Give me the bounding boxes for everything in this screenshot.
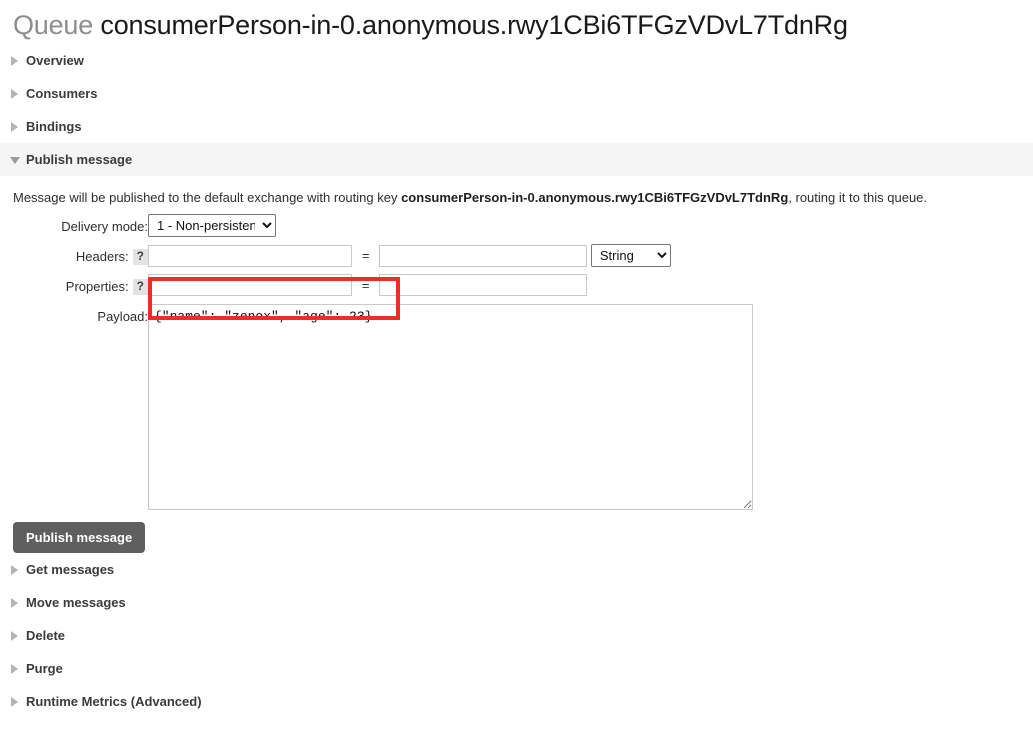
page-title: Queue consumerPerson-in-0.anonymous.rwy1… <box>0 0 1033 44</box>
section-purge[interactable]: Purge <box>0 652 1033 685</box>
chevron-down-icon <box>10 156 20 164</box>
properties-equals-sign: = <box>361 277 370 293</box>
section-runtime-metrics-label: Runtime Metrics (Advanced) <box>26 694 202 709</box>
chevron-right-icon <box>11 88 18 99</box>
section-bindings-label: Bindings <box>26 119 82 134</box>
chevron-right-icon <box>11 663 18 674</box>
section-publish-message-label: Publish message <box>26 152 133 167</box>
section-delete[interactable]: Delete <box>0 619 1033 652</box>
page-title-queue-name: consumerPerson-in-0.anonymous.rwy1CBi6TF… <box>100 10 848 40</box>
chevron-right-icon <box>11 55 18 66</box>
section-get-messages[interactable]: Get messages <box>0 553 1033 586</box>
section-overview-label: Overview <box>26 53 84 68</box>
headers-label: Headers: <box>75 249 129 264</box>
publish-button-wrap: Publish message <box>0 510 1033 553</box>
properties-label: Properties: <box>65 279 129 294</box>
headers-help-icon[interactable]: ? <box>132 249 148 265</box>
properties-key-input[interactable] <box>148 274 352 296</box>
headers-type-select[interactable]: String <box>590 244 671 267</box>
page-title-entity-label: Queue <box>13 10 94 40</box>
section-move-messages-label: Move messages <box>26 595 126 610</box>
section-publish-message[interactable]: Publish message <box>0 143 1033 176</box>
payload-textarea[interactable]: {"name": "zenox", "age": 23} <box>148 304 753 510</box>
section-runtime-metrics[interactable]: Runtime Metrics (Advanced) <box>0 685 1033 718</box>
publish-message-button[interactable]: Publish message <box>13 522 146 553</box>
delivery-mode-label: Delivery mode: <box>61 219 148 234</box>
payload-label: Payload: <box>97 309 148 324</box>
headers-value-input[interactable] <box>379 244 588 267</box>
section-move-messages[interactable]: Move messages <box>0 586 1033 619</box>
chevron-right-icon <box>11 564 18 575</box>
publish-form: Delivery mode: 1 - Non-persistent Header… <box>0 214 753 510</box>
chevron-right-icon <box>11 597 18 608</box>
section-consumers-label: Consumers <box>26 86 98 101</box>
headers-label-cell: Headers:? <box>0 244 148 274</box>
chevron-right-icon <box>11 696 18 707</box>
section-overview[interactable]: Overview <box>0 44 1033 77</box>
chevron-right-icon <box>11 121 18 132</box>
headers-key-input[interactable] <box>148 244 352 267</box>
chevron-right-icon <box>11 630 18 641</box>
publish-description: Message will be published to the default… <box>0 176 1033 214</box>
section-bindings[interactable]: Bindings <box>0 110 1033 143</box>
publish-message-panel: Message will be published to the default… <box>0 176 1033 553</box>
headers-row: Headers:? = String <box>0 244 753 274</box>
publish-description-routing-key: consumerPerson-in-0.anonymous.rwy1CBi6TF… <box>401 190 789 205</box>
section-purge-label: Purge <box>26 661 63 676</box>
properties-row: Properties:? = <box>0 274 753 304</box>
payload-row: Payload: {"name": "zenox", "age": 23} <box>0 304 753 510</box>
delivery-mode-select[interactable]: 1 - Non-persistent <box>148 214 276 237</box>
section-get-messages-label: Get messages <box>26 562 115 577</box>
properties-value-input[interactable] <box>379 274 588 296</box>
section-consumers[interactable]: Consumers <box>0 77 1033 110</box>
section-delete-label: Delete <box>26 628 66 643</box>
properties-help-icon[interactable]: ? <box>132 279 148 295</box>
publish-description-prefix: Message will be published to the default… <box>13 190 402 205</box>
publish-description-suffix: , routing it to this queue. <box>788 190 928 205</box>
headers-equals-sign: = <box>361 248 370 263</box>
properties-label-cell: Properties:? <box>0 274 148 304</box>
delivery-mode-row: Delivery mode: 1 - Non-persistent <box>0 214 753 244</box>
